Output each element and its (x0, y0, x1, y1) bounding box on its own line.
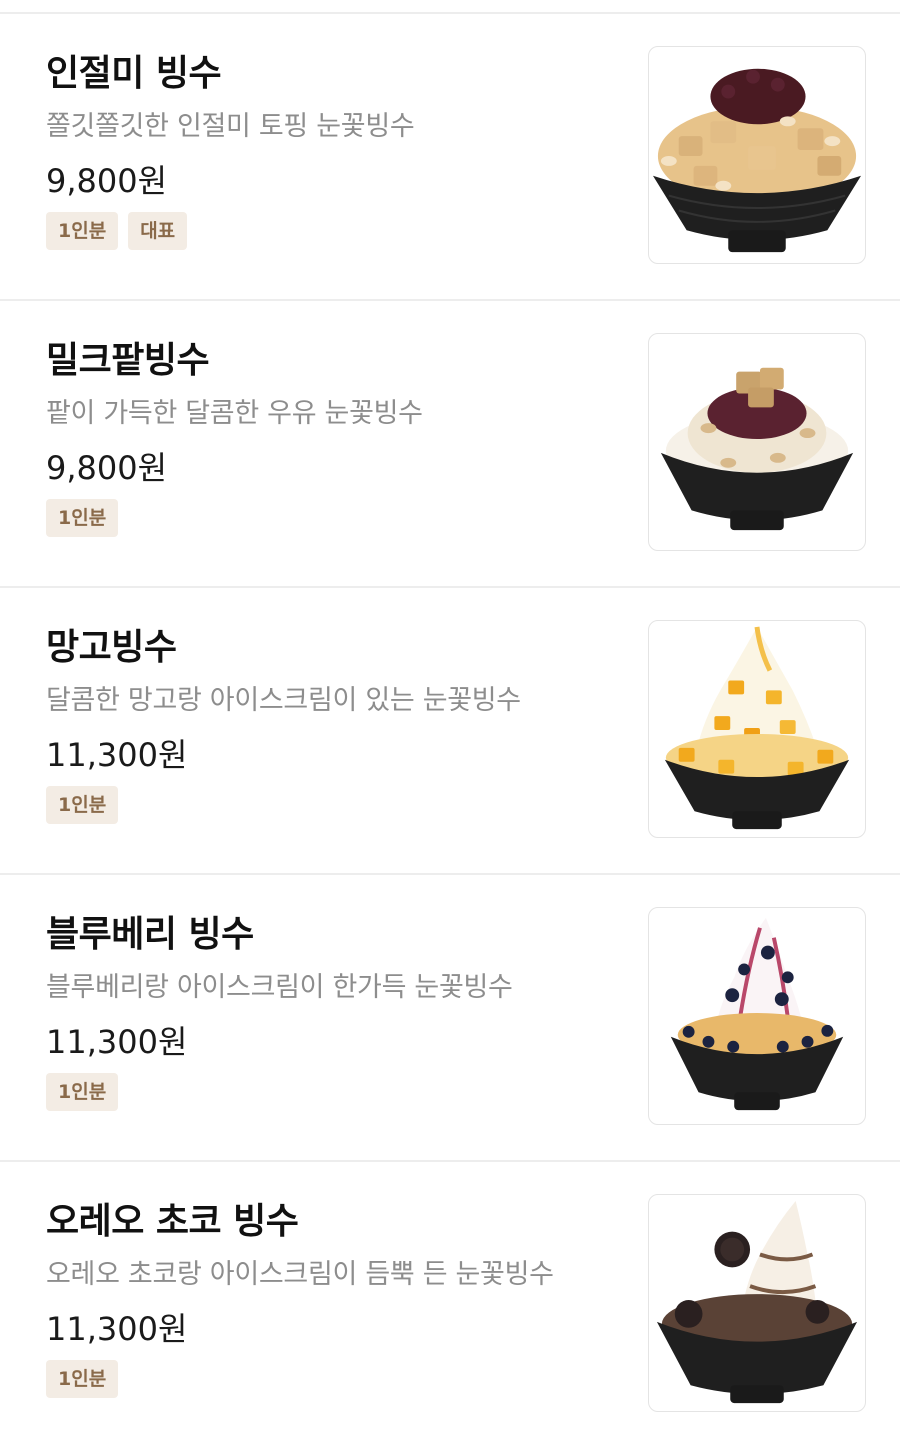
menu-item-badges: 1인분 대표 (46, 212, 188, 250)
menu-item-badges: 1인분 (46, 1360, 119, 1398)
menu-item-description: 팥이 가득한 달콤한 우유 눈꽃빙수 (46, 398, 423, 429)
menu-item-blueberry-bingsu[interactable]: 블루베리 빙수 블루베리랑 아이스크림이 한가득 눈꽃빙수 11,300원 1인… (0, 875, 900, 1162)
menu-item-badges: 1인분 (46, 499, 119, 537)
menu-item-mango-bingsu[interactable]: 망고빙수 달콤한 망고랑 아이스크림이 있는 눈꽃빙수 11,300원 1인분 (0, 588, 900, 875)
menu-item-milk-patbingsu[interactable]: 밀크팥빙수 팥이 가득한 달콤한 우유 눈꽃빙수 9,800원 1인분 (0, 301, 900, 588)
serving-badge: 1인분 (46, 499, 119, 537)
menu-item-badges: 1인분 (46, 1073, 119, 1111)
menu-item-name: 망고빙수 (46, 627, 177, 668)
menu-item-description: 블루베리랑 아이스크림이 한가득 눈꽃빙수 (46, 972, 513, 1003)
serving-badge: 1인분 (46, 212, 119, 250)
menu-item-price: 11,300원 (46, 1310, 188, 1348)
menu-item-price: 9,800원 (46, 449, 168, 487)
menu-item-badges: 1인분 (46, 786, 119, 824)
injeolmi-bingsu-image[interactable] (648, 46, 866, 264)
blueberry-bingsu-image[interactable] (648, 907, 866, 1125)
milk-patbingsu-image[interactable] (648, 333, 866, 551)
signature-badge: 대표 (128, 212, 188, 250)
menu-item-name: 블루베리 빙수 (46, 914, 254, 955)
menu-item-description: 쫄깃쫄깃한 인절미 토핑 눈꽃빙수 (46, 111, 415, 142)
menu-item-oreo-choco-bingsu[interactable]: 오레오 초코 빙수 오레오 초코랑 아이스크림이 듬뿍 든 눈꽃빙수 11,30… (0, 1162, 900, 1447)
serving-badge: 1인분 (46, 1073, 119, 1111)
oreo-choco-bingsu-image[interactable] (648, 1194, 866, 1412)
menu-item-price: 11,300원 (46, 736, 188, 774)
serving-badge: 1인분 (46, 786, 119, 824)
menu-item-description: 오레오 초코랑 아이스크림이 듬뿍 든 눈꽃빙수 (46, 1259, 554, 1290)
mango-bingsu-image[interactable] (648, 620, 866, 838)
menu-list: 인절미 빙수 쫄깃쫄깃한 인절미 토핑 눈꽃빙수 9,800원 1인분 대표 밀… (0, 14, 900, 1447)
top-divider (0, 0, 900, 14)
menu-item-name: 밀크팥빙수 (46, 340, 210, 381)
menu-item-description: 달콤한 망고랑 아이스크림이 있는 눈꽃빙수 (46, 685, 521, 716)
menu-item-name: 오레오 초코 빙수 (46, 1201, 299, 1242)
menu-item-name: 인절미 빙수 (46, 53, 222, 94)
menu-item-injeolmi-bingsu[interactable]: 인절미 빙수 쫄깃쫄깃한 인절미 토핑 눈꽃빙수 9,800원 1인분 대표 (0, 14, 900, 301)
serving-badge: 1인분 (46, 1360, 119, 1398)
menu-item-price: 9,800원 (46, 162, 168, 200)
menu-item-price: 11,300원 (46, 1023, 188, 1061)
